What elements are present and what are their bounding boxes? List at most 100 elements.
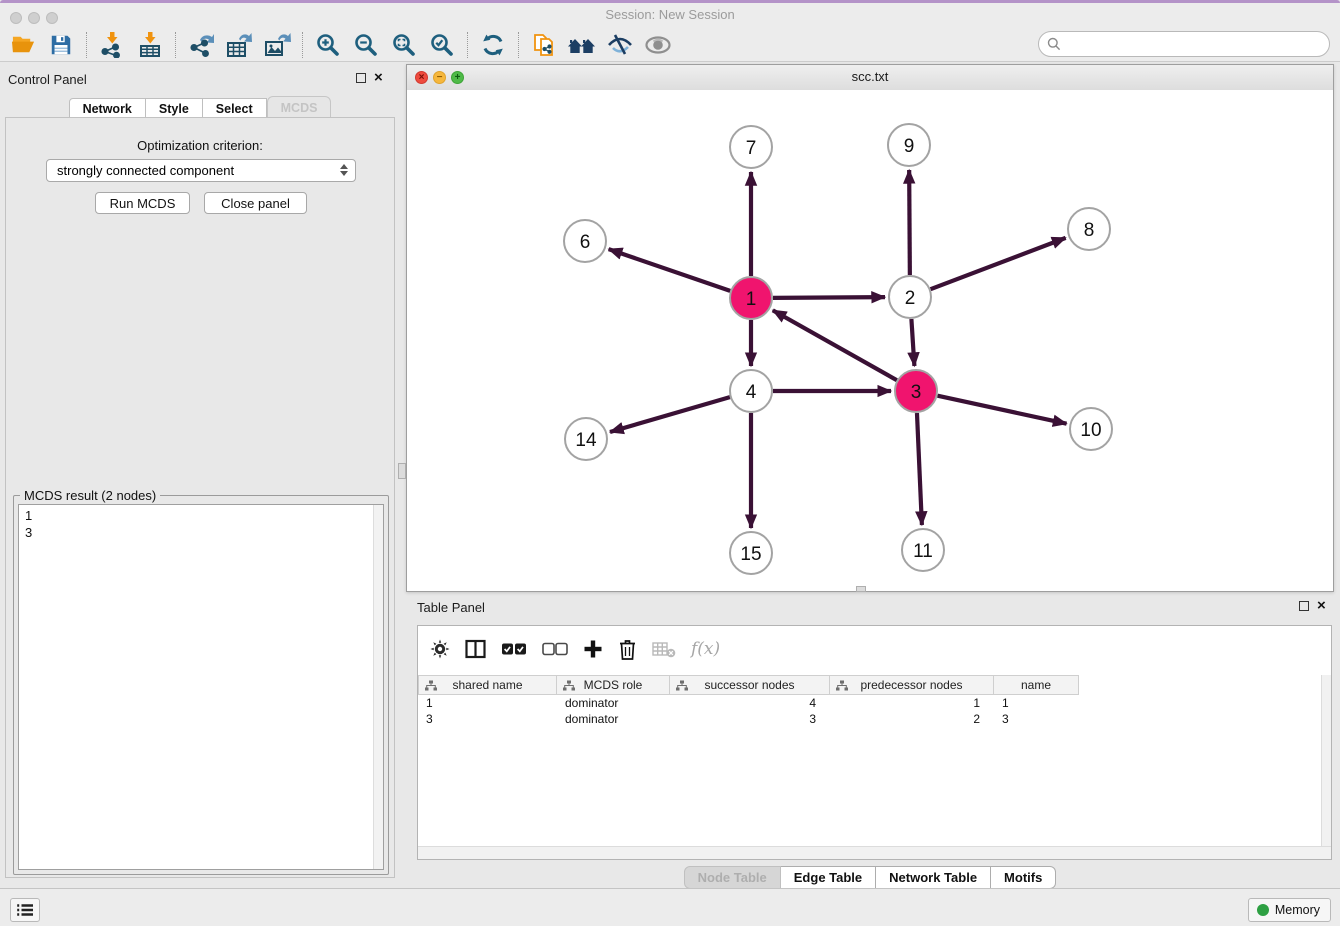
- table-settings-icon[interactable]: [430, 639, 450, 659]
- column-header-predecessor-nodes[interactable]: predecessor nodes: [830, 675, 994, 695]
- export-network-icon[interactable]: [186, 31, 216, 59]
- column-header-name[interactable]: name: [994, 675, 1079, 695]
- table-toolbar: f(x): [430, 634, 720, 664]
- close-table-panel-icon[interactable]: ×: [1317, 601, 1326, 611]
- node-15[interactable]: 15: [730, 532, 772, 574]
- table-row[interactable]: 3dominator323: [418, 711, 1079, 727]
- network-window-titlebar[interactable]: × − + scc.txt: [407, 65, 1333, 91]
- edge-2-9[interactable]: [909, 170, 910, 275]
- network-view-window: × − + scc.txt 7 9 6 8 1 2 4 3 14 10 15 11: [406, 64, 1334, 592]
- hide-details-icon[interactable]: [605, 31, 635, 59]
- select-all-icon[interactable]: [501, 642, 527, 656]
- export-image-icon[interactable]: [262, 31, 292, 59]
- node-9[interactable]: 9: [888, 124, 930, 166]
- close-panel-button[interactable]: Close panel: [204, 192, 307, 214]
- first-neighbors-icon[interactable]: [567, 31, 597, 59]
- table-horizontal-scrollbar[interactable]: [418, 846, 1331, 859]
- save-session-icon[interactable]: [46, 31, 76, 59]
- tab-edge-table[interactable]: Edge Table: [781, 866, 876, 889]
- table-cell[interactable]: 3: [418, 711, 557, 727]
- table-cell[interactable]: 3: [994, 711, 1079, 727]
- show-details-icon[interactable]: [643, 31, 673, 59]
- table-cell[interactable]: 3: [670, 711, 830, 727]
- criterion-dropdown[interactable]: strongly connected component: [46, 159, 356, 182]
- table-cell[interactable]: dominator: [557, 695, 670, 711]
- delete-row-icon[interactable]: [618, 639, 637, 660]
- zoom-out-icon[interactable]: [351, 31, 381, 59]
- edge-2-8[interactable]: [931, 238, 1066, 289]
- search-input[interactable]: [1066, 36, 1310, 53]
- node-7[interactable]: 7: [730, 126, 772, 168]
- search-field[interactable]: [1038, 31, 1330, 57]
- table-cell[interactable]: 2: [830, 711, 994, 727]
- apply-function-icon[interactable]: f(x): [691, 639, 720, 659]
- node-1[interactable]: 1: [730, 277, 772, 319]
- column-header-successor-nodes[interactable]: successor nodes: [670, 675, 830, 695]
- deselect-all-icon[interactable]: [542, 642, 568, 656]
- node-14[interactable]: 14: [565, 418, 607, 460]
- edge-3-10[interactable]: [937, 396, 1066, 424]
- duplicate-network-icon[interactable]: [529, 31, 559, 59]
- table-cell[interactable]: dominator: [557, 711, 670, 727]
- status-bar: Memory: [0, 888, 1340, 926]
- node-11[interactable]: 11: [902, 529, 944, 571]
- edge-2-3[interactable]: [911, 319, 914, 366]
- open-session-icon[interactable]: [8, 31, 38, 59]
- edge-1-6[interactable]: [609, 249, 731, 291]
- node-2[interactable]: 2: [889, 276, 931, 318]
- vertical-split-handle[interactable]: [398, 463, 406, 479]
- import-network-icon[interactable]: [97, 31, 127, 59]
- control-panel-title: Control Panel: [8, 72, 87, 87]
- table-vertical-scrollbar[interactable]: [1321, 675, 1331, 846]
- table-cell[interactable]: 4: [670, 695, 830, 711]
- toolbar-separator: [467, 32, 469, 58]
- table-cell[interactable]: 1: [418, 695, 557, 711]
- node-8[interactable]: 8: [1068, 208, 1110, 250]
- network-canvas[interactable]: 7 9 6 8 1 2 4 3 14 10 15 11: [407, 90, 1333, 591]
- table-cell[interactable]: 1: [994, 695, 1079, 711]
- node-4[interactable]: 4: [730, 370, 772, 412]
- mcds-result-area[interactable]: 13: [18, 504, 384, 870]
- toolbar-separator: [302, 32, 304, 58]
- node-3[interactable]: 3: [895, 370, 937, 412]
- node-6[interactable]: 6: [564, 220, 606, 262]
- horizontal-split-handle[interactable]: [856, 586, 866, 592]
- run-mcds-button[interactable]: Run MCDS: [95, 192, 190, 214]
- svg-text:10: 10: [1080, 420, 1101, 441]
- float-panel-icon[interactable]: [356, 73, 366, 83]
- table-row[interactable]: 1dominator411: [418, 695, 1079, 711]
- edge-1-2[interactable]: [773, 297, 885, 298]
- delete-table-icon[interactable]: [652, 641, 676, 658]
- show-columns-icon[interactable]: [465, 639, 486, 659]
- network-title: scc.txt: [407, 69, 1333, 84]
- table-cell[interactable]: 1: [830, 695, 994, 711]
- zoom-selected-icon[interactable]: [427, 31, 457, 59]
- column-header-MCDS-role[interactable]: MCDS role: [557, 675, 670, 695]
- task-history-button[interactable]: [10, 898, 40, 922]
- fit-content-icon[interactable]: [389, 31, 419, 59]
- zoom-in-icon[interactable]: [313, 31, 343, 59]
- refresh-icon[interactable]: [478, 31, 508, 59]
- tab-node-table[interactable]: Node Table: [684, 866, 781, 889]
- import-table-icon[interactable]: [135, 31, 165, 59]
- tab-network-table[interactable]: Network Table: [876, 866, 991, 889]
- svg-text:14: 14: [575, 430, 597, 451]
- network-graph[interactable]: 7 9 6 8 1 2 4 3 14 10 15 11: [407, 90, 1333, 591]
- node-10[interactable]: 10: [1070, 408, 1112, 450]
- result-scrollbar[interactable]: [373, 505, 383, 869]
- float-table-panel-icon[interactable]: [1299, 601, 1309, 611]
- edge-3-11[interactable]: [917, 413, 922, 525]
- memory-button[interactable]: Memory: [1248, 898, 1331, 922]
- edge-4-14[interactable]: [610, 397, 730, 432]
- edge-3-1[interactable]: [773, 310, 897, 380]
- result-line: 3: [25, 524, 367, 541]
- add-row-icon[interactable]: [583, 639, 603, 659]
- close-panel-icon[interactable]: ×: [374, 73, 383, 83]
- table-panel-title: Table Panel: [417, 600, 485, 615]
- table-body: 1dominator4113dominator323: [418, 695, 1079, 727]
- svg-text:2: 2: [905, 288, 916, 309]
- main-toolbar: [0, 28, 1340, 62]
- export-table-icon[interactable]: [224, 31, 254, 59]
- tab-motifs[interactable]: Motifs: [991, 866, 1056, 889]
- column-header-shared-name[interactable]: shared name: [418, 675, 557, 695]
